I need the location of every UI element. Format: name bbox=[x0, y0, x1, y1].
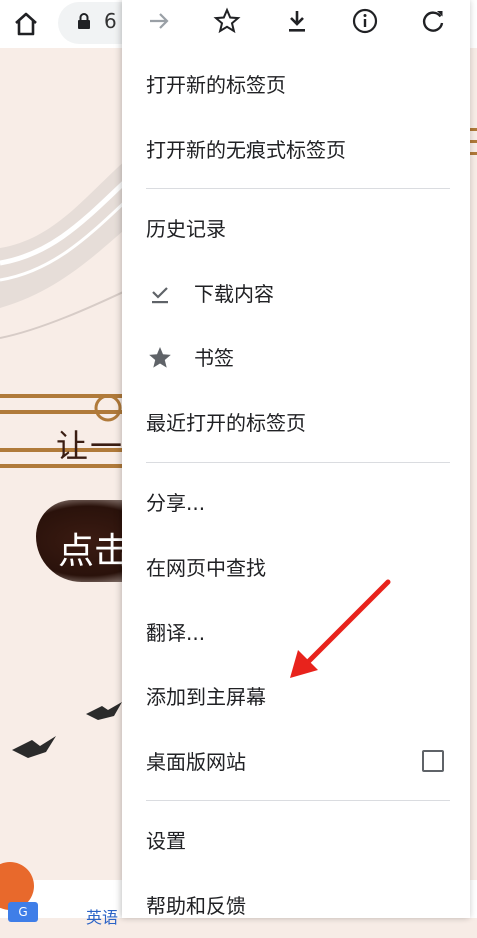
menu-item-label: 帮助和反馈 bbox=[146, 894, 246, 918]
menu-divider bbox=[146, 188, 450, 189]
menu-item-downloads[interactable]: 下载内容 bbox=[122, 262, 470, 326]
menu-toolbar bbox=[122, 0, 470, 44]
menu-item-label: 最近打开的标签页 bbox=[146, 411, 306, 435]
menu-item-share[interactable]: 分享... bbox=[122, 471, 470, 535]
menu-divider bbox=[146, 800, 450, 801]
info-icon[interactable] bbox=[350, 6, 380, 36]
annotation-arrow-icon bbox=[290, 579, 391, 678]
menu-item-label: 分享... bbox=[146, 491, 206, 515]
menu-item-label: 打开新的无痕式标签页 bbox=[146, 138, 346, 162]
menu-item-settings[interactable]: 设置 bbox=[122, 809, 470, 873]
menu-item-label: 在网页中查找 bbox=[146, 556, 266, 580]
bottom-link[interactable]: 英语 bbox=[86, 904, 118, 928]
menu-item-new-incognito-tab[interactable]: 打开新的无痕式标签页 bbox=[122, 118, 470, 182]
desktop-site-checkbox[interactable] bbox=[422, 750, 444, 772]
menu-item-label: 添加到主屏幕 bbox=[146, 685, 266, 709]
url-text: 6 bbox=[104, 9, 117, 33]
star-icon[interactable] bbox=[212, 6, 242, 36]
menu-item-new-tab[interactable]: 打开新的标签页 bbox=[122, 53, 470, 117]
menu-item-label: 桌面版网站 bbox=[146, 750, 246, 774]
browser-menu: 打开新的标签页 打开新的无痕式标签页 历史记录 下载内容 书签 最近打开的标签页… bbox=[122, 0, 470, 918]
menu-item-help-feedback[interactable]: 帮助和反馈 bbox=[122, 874, 470, 938]
page-title-fragment: 让一 bbox=[56, 427, 125, 465]
menu-item-bookmarks[interactable]: 书签 bbox=[122, 326, 470, 390]
forward-icon[interactable] bbox=[144, 6, 174, 36]
menu-item-recent-tabs[interactable]: 最近打开的标签页 bbox=[122, 391, 470, 455]
refresh-icon[interactable] bbox=[418, 6, 448, 36]
menu-item-label: 书签 bbox=[194, 346, 234, 370]
menu-item-label: 翻译... bbox=[146, 621, 206, 645]
cta-text-fragment: 点击 bbox=[58, 531, 131, 572]
download-icon[interactable] bbox=[282, 6, 312, 36]
menu-item-desktop-site[interactable]: 桌面版网站 bbox=[122, 730, 470, 794]
menu-item-label: 设置 bbox=[146, 829, 186, 853]
menu-item-label: 打开新的标签页 bbox=[146, 73, 286, 97]
lock-icon bbox=[78, 13, 90, 29]
g-icon: G bbox=[8, 902, 38, 922]
menu-item-label: 历史记录 bbox=[146, 217, 226, 241]
menu-item-label: 下载内容 bbox=[194, 282, 274, 306]
home-icon[interactable] bbox=[10, 8, 42, 40]
menu-item-history[interactable]: 历史记录 bbox=[122, 197, 470, 261]
download-check-icon bbox=[152, 287, 168, 304]
menu-divider bbox=[146, 462, 450, 463]
star-filled-icon bbox=[149, 347, 171, 368]
